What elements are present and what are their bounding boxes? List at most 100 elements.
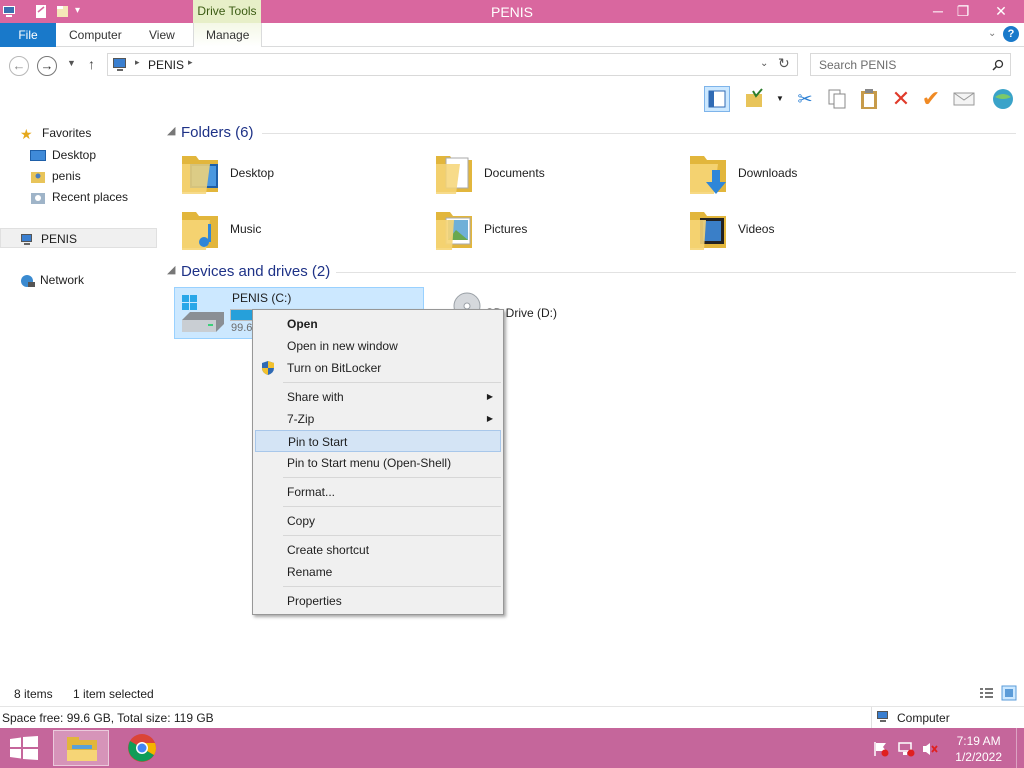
volume-muted-icon[interactable] [921, 741, 939, 757]
nav-recent-places-label: Recent places [52, 190, 129, 204]
start-button[interactable] [10, 736, 38, 760]
collapse-icon[interactable]: ◢ [167, 263, 175, 276]
status-bar: 8 items 1 item selected [0, 684, 1024, 704]
folder-documents[interactable]: Documents [434, 148, 674, 200]
menu-copy[interactable]: Copy [255, 510, 501, 532]
collapse-icon[interactable]: ◢ [167, 124, 175, 137]
delete-icon[interactable]: ✕ [888, 86, 914, 112]
breadcrumb-separator-icon[interactable]: ▸ [135, 57, 140, 68]
folder-music[interactable]: Music [180, 204, 420, 256]
menu-format[interactable]: Format... [255, 481, 501, 503]
tab-file[interactable]: File [0, 23, 56, 47]
menu-pin-to-start-menu[interactable]: Pin to Start menu (Open-Shell) [255, 452, 501, 474]
nav-penis-label: penis [52, 169, 81, 183]
menu-separator [283, 506, 501, 507]
cut-icon[interactable]: ✂ [792, 86, 818, 112]
nav-computer[interactable]: PENIS [0, 228, 157, 248]
recent-locations-icon[interactable]: ▼ [67, 58, 76, 68]
menu-open-new-window[interactable]: Open in new window [255, 335, 501, 357]
nav-network-label: Network [40, 273, 85, 287]
title-bar: ▾ Drive Tools PENIS ─ ❐ ✕ [0, 0, 1024, 23]
large-icons-view-icon[interactable] [1001, 685, 1017, 701]
menu-7zip[interactable]: 7-Zip ▶ [255, 408, 501, 430]
nav-penis[interactable]: penis [30, 166, 81, 186]
menu-pin-to-start[interactable]: Pin to Start [255, 430, 501, 452]
folder-options-icon[interactable] [742, 86, 768, 112]
search-icon [992, 59, 1004, 71]
folder-label: Downloads [738, 166, 798, 180]
paste-icon[interactable] [856, 86, 882, 112]
nav-favorites-label: Favorites [42, 126, 92, 140]
group-divider [262, 133, 1016, 134]
divider [871, 707, 872, 728]
folder-desktop[interactable]: Desktop [180, 148, 420, 200]
search-input[interactable]: Search PENIS [810, 53, 1011, 76]
menu-properties[interactable]: Properties [255, 590, 501, 612]
window-title: PENIS [490, 4, 533, 20]
hard-drive-icon [182, 295, 224, 332]
maximize-button[interactable]: ❐ [948, 0, 978, 22]
nav-desktop-label: Desktop [52, 148, 97, 162]
copy-icon[interactable] [824, 86, 850, 112]
up-button[interactable]: ↑ [88, 56, 95, 72]
show-desktop-button[interactable] [1016, 728, 1024, 768]
folder-label: Pictures [484, 222, 528, 236]
folder-videos[interactable]: Videos [688, 204, 928, 256]
refresh-icon[interactable]: ↻ [778, 55, 790, 72]
menu-open[interactable]: Open [255, 313, 501, 335]
recent-places-icon [31, 192, 45, 204]
tab-computer[interactable]: Computer [57, 23, 134, 47]
breadcrumb-separator-icon[interactable]: ▸ [188, 57, 193, 68]
taskbar-chrome[interactable] [115, 730, 171, 766]
search-placeholder: Search PENIS [819, 58, 897, 72]
preview-pane-button[interactable] [704, 86, 730, 112]
selection-count: 1 item selected [73, 687, 154, 701]
folder-downloads[interactable]: Downloads [688, 148, 928, 200]
menu-separator [283, 535, 501, 536]
help-icon[interactable]: ? [1003, 26, 1019, 42]
devices-group-header[interactable]: Devices and drives (2) [181, 263, 330, 280]
network-status-icon[interactable] [897, 741, 915, 757]
checkmark-icon[interactable]: ✔ [918, 86, 944, 112]
details-view-icon[interactable] [979, 686, 994, 700]
chrome-icon [128, 734, 156, 762]
menu-share-with[interactable]: Share with ▶ [255, 386, 501, 408]
menu-rename[interactable]: Rename [255, 561, 501, 583]
action-center-icon[interactable] [873, 741, 889, 757]
details-bar: Space free: 99.6 GB, Total size: 119 GB … [0, 706, 1024, 728]
globe-icon[interactable] [990, 86, 1016, 112]
forward-button[interactable]: → [37, 56, 57, 76]
desktop-icon [30, 149, 46, 161]
tab-manage[interactable]: Manage [193, 23, 263, 47]
breadcrumb-penis[interactable]: PENIS [148, 58, 184, 72]
folder-label: Music [230, 222, 262, 236]
nav-computer-label: PENIS [41, 232, 78, 246]
menu-turn-on-bitlocker[interactable]: Turn on BitLocker [255, 357, 501, 379]
navigation-pane: ★ Favorites Desktop penis Recent places P… [0, 116, 158, 680]
downloads-folder-icon [690, 156, 726, 194]
close-button[interactable]: ✕ [986, 0, 1016, 22]
dropdown-icon[interactable]: ▼ [776, 94, 784, 103]
folders-group-header[interactable]: Folders (6) [181, 124, 254, 141]
star-icon: ★ [20, 125, 33, 142]
address-dropdown-icon[interactable]: ⌄ [760, 58, 768, 69]
toolbar: ▼ ✂ ✕ ✔ [0, 82, 1024, 116]
folder-pictures[interactable]: Pictures [434, 204, 674, 256]
tab-view[interactable]: View [137, 23, 187, 47]
expand-ribbon-icon[interactable]: ⌄ [988, 28, 996, 39]
menu-separator [283, 477, 501, 478]
taskbar: 7:19 AM 1/2/2022 [0, 728, 1024, 768]
address-bar[interactable]: ▸ PENIS ▸ ⌄ ↻ [107, 53, 798, 76]
documents-folder-icon [436, 156, 472, 194]
nav-recent-places[interactable]: Recent places [30, 187, 128, 207]
nav-network[interactable]: Network [20, 270, 84, 290]
back-button[interactable]: ← [9, 56, 29, 76]
email-icon[interactable] [951, 86, 977, 112]
context-menu: Open Open in new window Turn on BitLocke… [252, 309, 504, 615]
nav-desktop[interactable]: Desktop [30, 145, 96, 165]
taskbar-clock[interactable]: 7:19 AM 1/2/2022 [955, 733, 1002, 765]
nav-favorites[interactable]: ★ Favorites [20, 123, 91, 143]
taskbar-file-explorer[interactable] [53, 730, 109, 766]
menu-create-shortcut[interactable]: Create shortcut [255, 539, 501, 561]
computer-icon [21, 233, 32, 245]
